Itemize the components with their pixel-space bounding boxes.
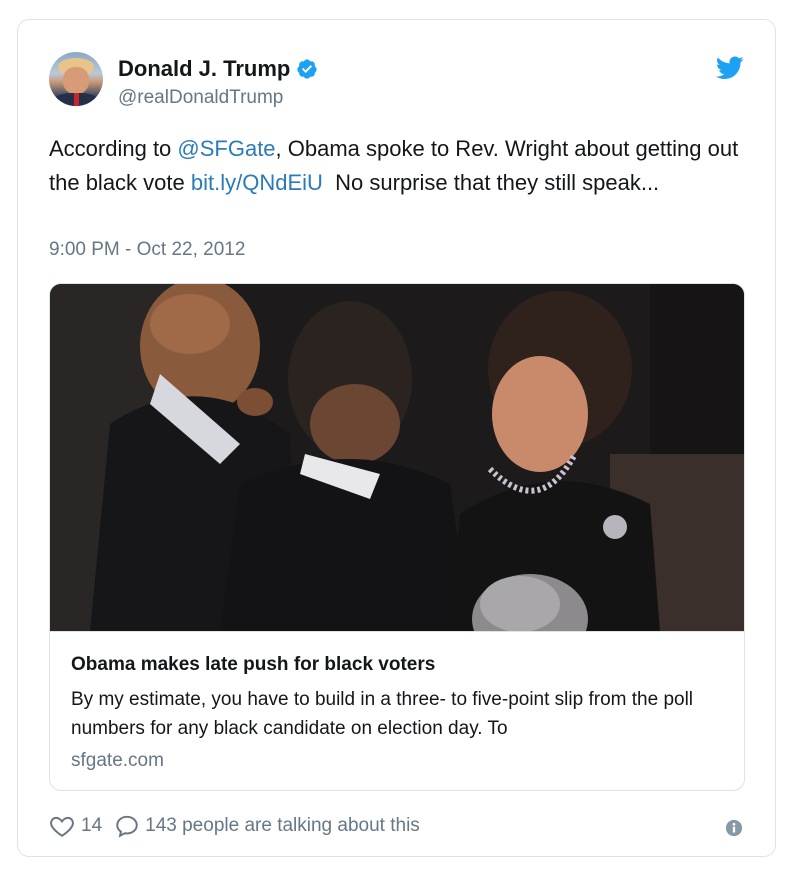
author-avatar[interactable] (49, 52, 103, 106)
article-domain: sfgate.com (71, 750, 164, 771)
tweet-embed-card: Donald J. Trump @realDonaldTrump Accordi… (17, 19, 776, 857)
twitter-bird-icon[interactable] (716, 56, 744, 80)
tweet-text-part: No surprise that they still speak... (322, 169, 660, 195)
article-description: By my estimate, you have to build in a t… (71, 689, 694, 739)
tweet-timestamp[interactable]: 9:00 PM - Oct 22, 2012 (49, 239, 245, 261)
info-icon[interactable] (725, 819, 743, 837)
link-preview-card[interactable]: Obama makes late push for black voters B… (49, 283, 745, 791)
article-title[interactable]: Obama makes late push for black voters (71, 654, 435, 676)
article-photo[interactable] (50, 284, 744, 631)
conversation-link[interactable]: 143 people are talking about this (145, 815, 420, 837)
like-count[interactable]: 14 (81, 815, 102, 837)
author-name[interactable]: Donald J. Trump (118, 56, 290, 82)
tweet-text-part: According to (49, 136, 178, 161)
verified-badge-icon (297, 59, 317, 79)
link-card-body[interactable]: Obama makes late push for black voters B… (50, 631, 744, 771)
mention-link[interactable]: @SFGate (177, 136, 275, 161)
tweet-footer: 14 143 people are talking about this (49, 813, 420, 839)
heart-icon[interactable] (49, 813, 75, 839)
short-url-link[interactable]: bit.ly/QNdEiU (191, 170, 323, 195)
author-handle[interactable]: @realDonaldTrump (118, 87, 283, 109)
speech-bubble-icon[interactable] (114, 813, 140, 839)
tweet-text: According to @SFGate, Obama spoke to Rev… (49, 132, 739, 199)
author-name-row[interactable]: Donald J. Trump (118, 56, 318, 82)
